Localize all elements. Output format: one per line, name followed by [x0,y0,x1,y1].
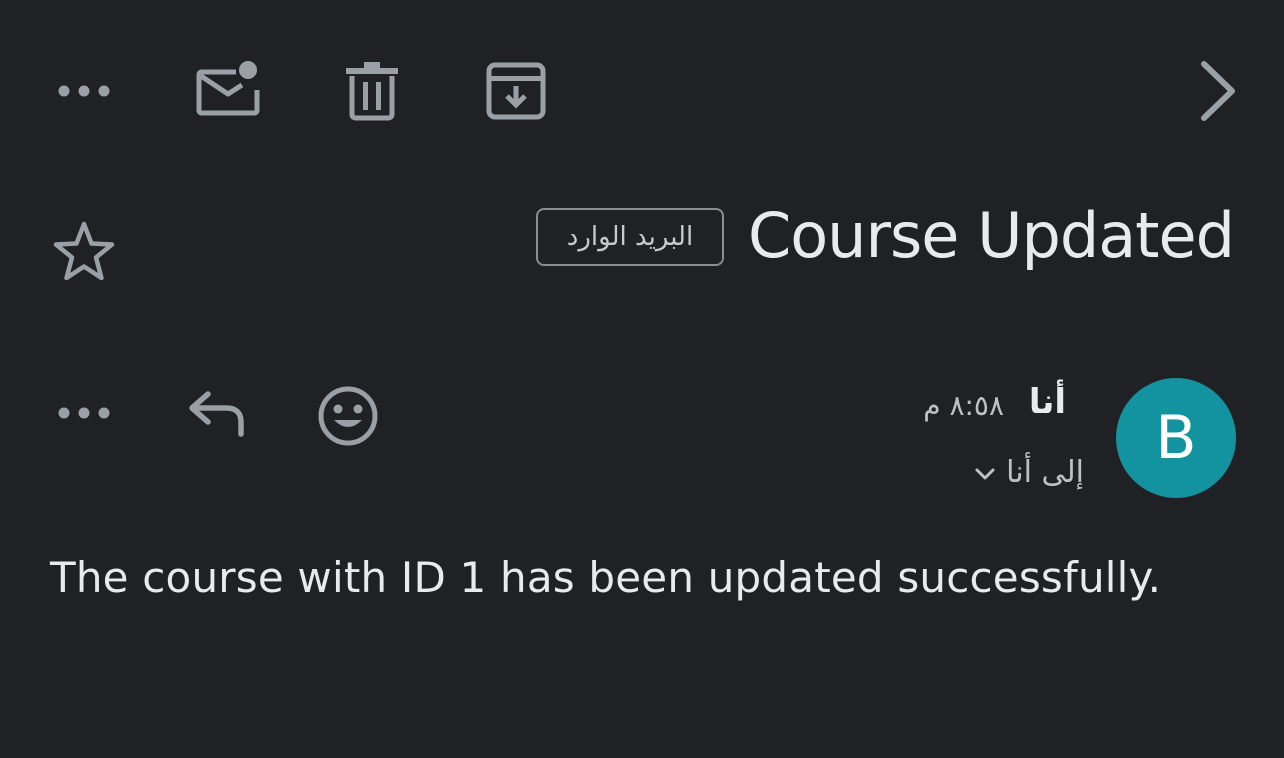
archive-icon[interactable] [486,62,546,120]
message-body: The course with ID 1 has been updated su… [50,553,1162,602]
email-subject: Course Updated [747,199,1235,272]
inbox-label-chip[interactable]: البريد الوارد [536,208,724,266]
avatar[interactable]: B [1116,378,1236,498]
next-chevron-icon[interactable] [1194,58,1240,124]
recipient-details-toggle[interactable]: إلى أنا [974,450,1084,496]
mark-unread-icon[interactable] [196,60,260,120]
more-options-icon[interactable] [56,76,112,106]
delete-icon[interactable] [346,62,398,121]
message-time: ٨:٥٨ م [923,389,1004,422]
chevron-down-icon [974,466,996,480]
reply-icon[interactable] [186,388,248,438]
emoji-reaction-icon[interactable] [316,384,380,448]
sender-name: أنا [1028,382,1066,422]
recipient-label: إلى أنا [1006,455,1084,490]
message-more-options-icon[interactable] [56,398,112,428]
star-icon[interactable] [52,220,116,284]
